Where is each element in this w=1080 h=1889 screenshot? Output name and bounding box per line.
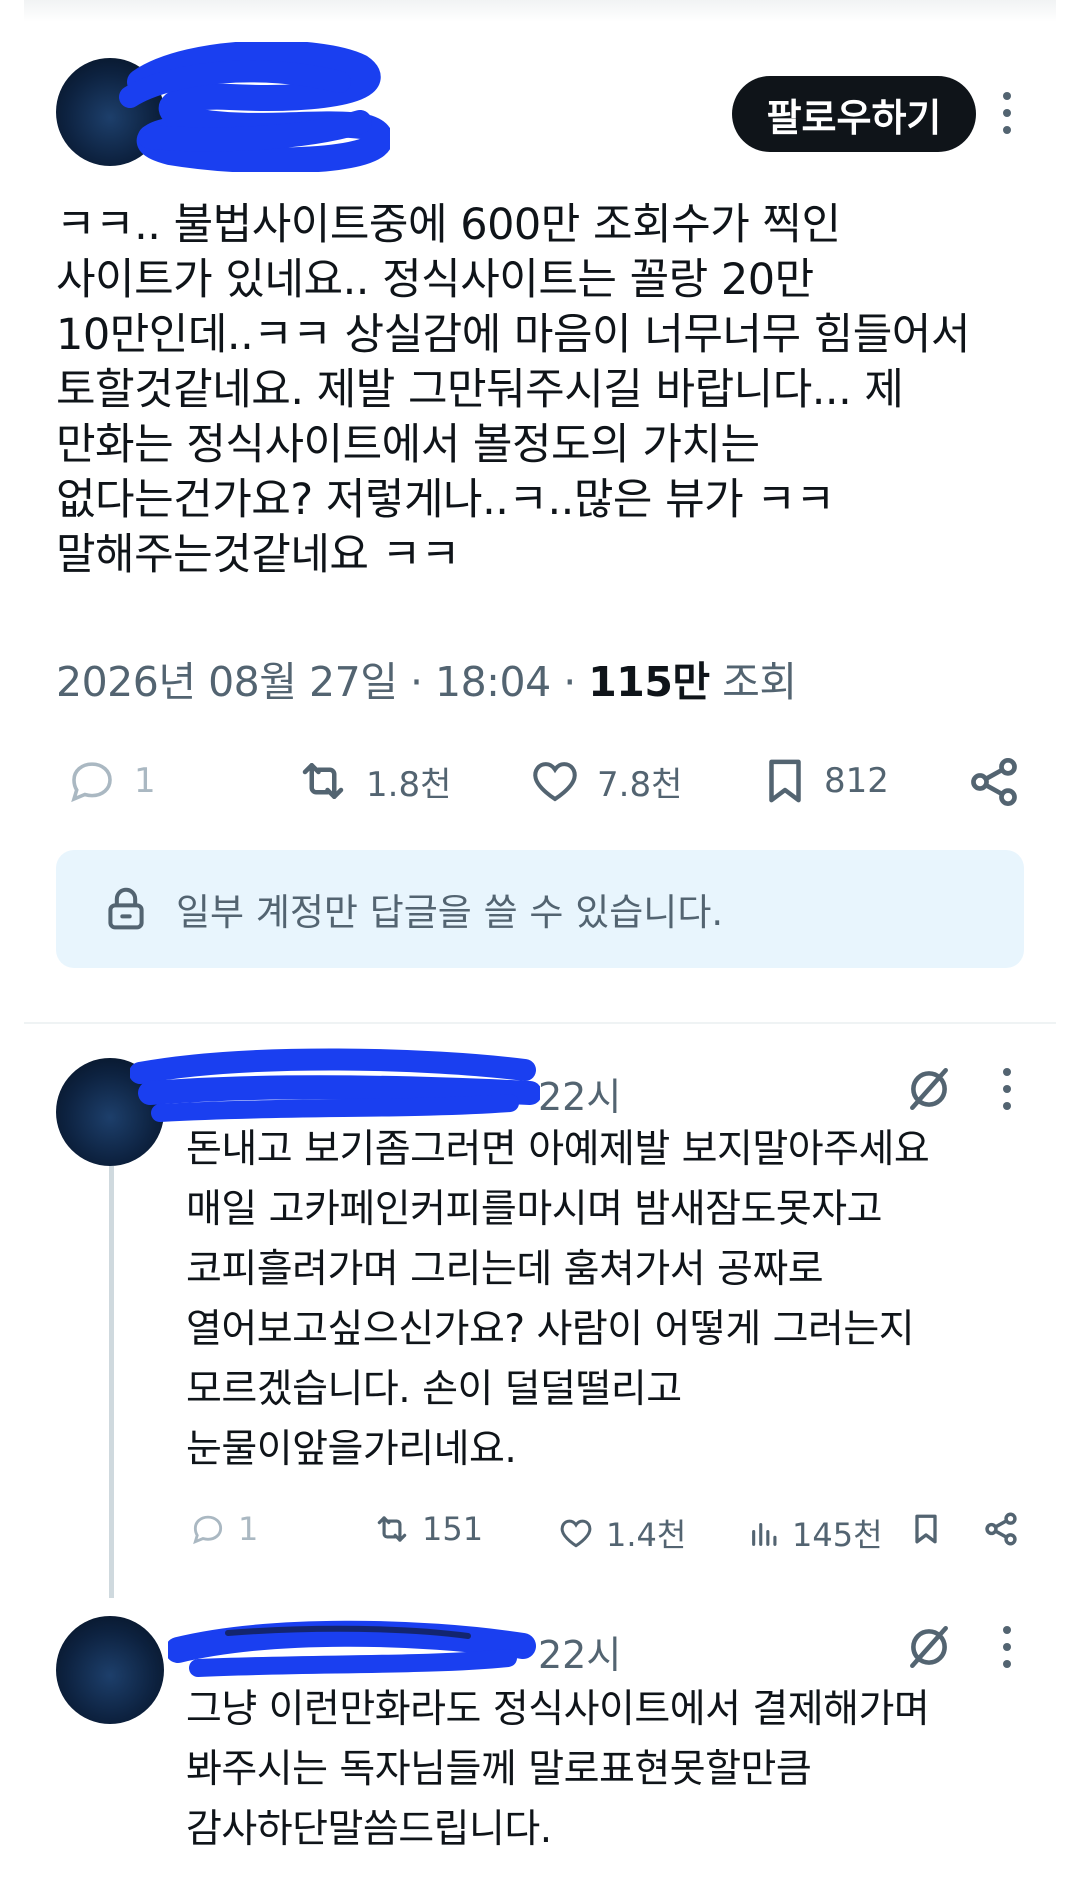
post-text: ㅋㅋ.. 불법사이트중에 600만 조회수가 찍인 사이트가 있네요.. 정식사… [56,200,970,580]
comment-view-count: 145천 [792,1516,883,1554]
comment-bookmark-button[interactable] [908,1510,944,1548]
divider [24,1022,1056,1024]
comment-share-button[interactable] [982,1510,1020,1548]
reply-icon [71,762,112,803]
repost-count: 1.8천 [366,764,452,805]
comment-reply-button[interactable]: 1 [188,1510,258,1548]
comment-text: 돈내고 보기좀그러면 아예제발 보지말아주세요 매일 고카페인커피를마시며 밤새… [186,1127,930,1472]
comment-text: 그냥 이런만화라도 정식사이트에서 결제해가며 봐주시는 독자님들께 말로표현못… [186,1687,930,1852]
redacted-commenter-name [168,1620,536,1677]
repost-icon [302,763,344,799]
bookmark-icon [769,759,801,803]
repost-icon [377,1516,407,1542]
more-icon[interactable] [997,92,1017,134]
like-icon [533,762,577,802]
share-icon [971,757,1017,807]
bookmark-button[interactable]: 812 [758,754,889,808]
redacted-commenter-name [130,1048,540,1122]
more-icon[interactable] [997,1068,1017,1110]
more-icon[interactable] [997,1626,1017,1668]
post-meta: 2026년 08월 27일 · 18:04 · 115만 조회 [56,648,797,708]
reply-button[interactable]: 1 [62,754,156,808]
reply-icon [193,1515,223,1545]
bookmark-icon [915,1514,937,1544]
comment-repost-button[interactable]: 151 [372,1510,483,1548]
reply-restriction-banner: 일부 계정만 답글을 쓸 수 있습니다. [56,850,1024,968]
share-icon [985,1512,1017,1546]
thread-line [109,1166,114,1598]
comment-repost-count: 151 [422,1510,484,1548]
grok-icon[interactable] [904,1064,954,1114]
share-button[interactable] [966,754,1022,810]
grok-icon[interactable] [904,1622,954,1672]
comment-views[interactable]: 145천 [748,1510,883,1556]
like-count: 7.8천 [597,764,683,805]
comment-time: 22시 [538,1633,622,1677]
comment-like-count: 1.4천 [606,1516,687,1554]
reply-count: 1 [134,761,156,801]
redacted-author-name [119,42,390,172]
view-count-label: 조회 [709,658,797,706]
views-icon [752,1522,777,1546]
bookmark-count: 812 [824,761,889,801]
post-detail-page: 팔로우하기 ㅋㅋ.. 불법사이트중에 600만 조회수가 찍인 사이트가 있네요… [0,0,1080,1889]
comment-avatar[interactable] [56,1616,164,1724]
comment-reply-count: 1 [238,1510,259,1548]
lock-icon [108,887,144,930]
comment-like-button[interactable]: 1.4천 [556,1510,686,1556]
follow-button[interactable]: 팔로우하기 [732,76,976,152]
repost-button[interactable]: 1.8천 [292,754,451,808]
view-count: 115만 [588,658,710,706]
post-date: 2026년 08월 27일 · 18:04 · [56,658,589,706]
like-button[interactable]: 7.8천 [525,754,682,808]
reply-restriction-text: 일부 계정만 답글을 쓸 수 있습니다. [176,891,724,934]
top-fade [24,0,1056,22]
comment-time: 22시 [538,1075,622,1119]
like-icon [560,1519,592,1548]
